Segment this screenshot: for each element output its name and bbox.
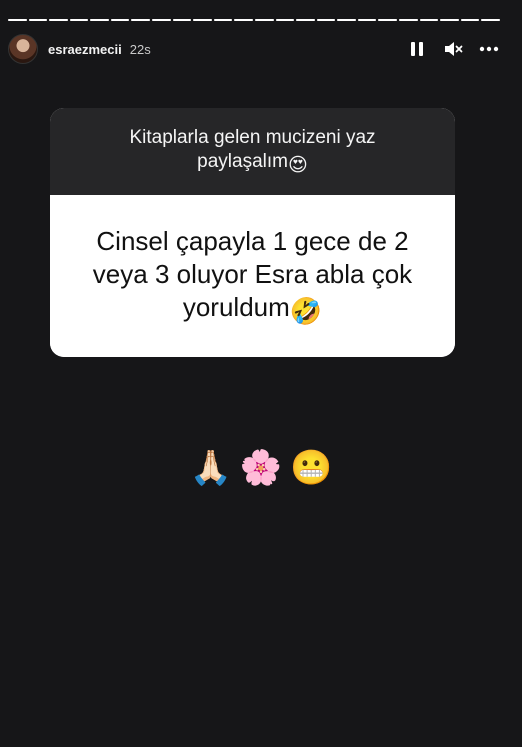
question-answer-text: Cinsel çapayla 1 gece de 2 veya 3 oluyor… [92, 225, 413, 322]
story-header: esraezmecii 22s [8, 33, 500, 65]
progress-segment [460, 19, 480, 21]
progress-segment [193, 19, 212, 21]
folded-hands-emoji-icon: 🙏🏻 [189, 449, 232, 487]
progress-segment [49, 19, 68, 21]
progress-segment [8, 19, 27, 21]
progress-segment [481, 19, 500, 21]
progress-segment [90, 19, 109, 21]
progress-segment [296, 19, 315, 21]
progress-segment [357, 19, 377, 21]
question-answer: Cinsel çapayla 1 gece de 2 veya 3 oluyor… [50, 195, 455, 357]
story-timestamp: 22s [129, 41, 151, 57]
story-progress-bar [8, 19, 500, 21]
username[interactable]: esraezmecii [48, 42, 122, 57]
progress-segment [254, 19, 274, 21]
speaker-muted-icon[interactable] [442, 38, 464, 60]
progress-segment [440, 19, 459, 21]
progress-segment [152, 19, 171, 21]
progress-segment [131, 19, 151, 21]
question-prompt-text: Kitaplarla gelen mucizeni yaz paylaşalım [129, 126, 376, 172]
progress-segment [316, 19, 336, 21]
emoji-row: 🙏🏻 🌸 😬 [0, 448, 522, 488]
progress-segment [398, 19, 418, 21]
pause-icon[interactable] [406, 38, 428, 60]
heart-eyes-emoji-icon: 😍 [288, 154, 308, 176]
cherry-blossom-emoji-icon: 🌸 [239, 449, 283, 487]
progress-segment [213, 19, 233, 21]
more-horizontal-icon[interactable] [478, 38, 500, 60]
question-sticker: Kitaplarla gelen mucizeni yaz paylaşalım… [50, 108, 455, 357]
progress-segment [337, 19, 356, 21]
progress-segment [378, 19, 397, 21]
question-prompt: Kitaplarla gelen mucizeni yaz paylaşalım… [50, 108, 455, 195]
progress-segment [234, 19, 253, 21]
progress-segment [28, 19, 48, 21]
progress-segment [69, 19, 89, 21]
progress-segment [172, 19, 192, 21]
story-controls [406, 38, 500, 60]
progress-segment [419, 19, 439, 21]
progress-segment [110, 19, 130, 21]
avatar[interactable] [8, 34, 38, 64]
rolling-laughing-emoji-icon: 🤣 [289, 295, 323, 326]
grimacing-face-emoji-icon: 😬 [290, 449, 333, 487]
progress-segment [275, 19, 295, 21]
